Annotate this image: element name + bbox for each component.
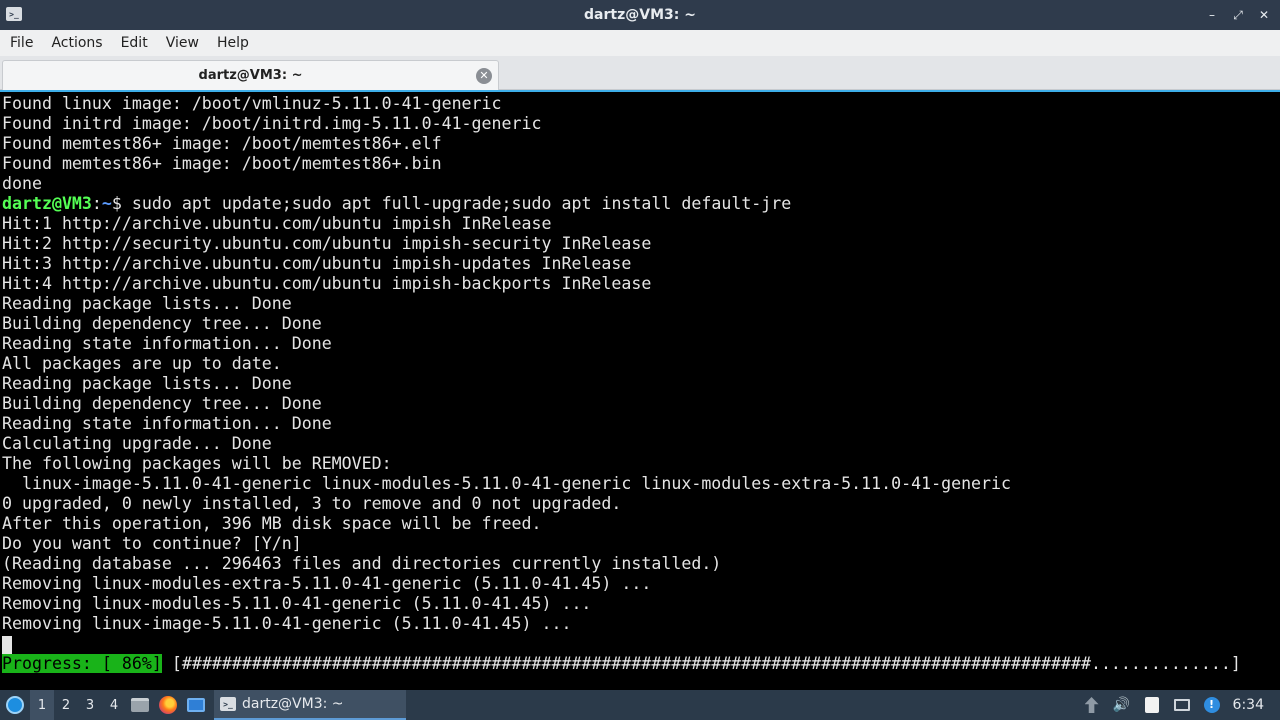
menu-file[interactable]: File — [4, 35, 39, 51]
terminal-line: Found linux image: /boot/vmlinuz-5.11.0-… — [2, 94, 502, 113]
desktop-3[interactable]: 3 — [78, 690, 102, 720]
prompt-user-host: dartz@VM3 — [2, 194, 92, 213]
tab-label: dartz@VM3: ~ — [198, 68, 303, 83]
desktop-4[interactable]: 4 — [102, 690, 126, 720]
text-cursor — [2, 635, 12, 654]
terminal-line: Found initrd image: /boot/initrd.img-5.1… — [2, 114, 542, 133]
terminal-line: Removing linux-modules-5.11.0-41-generic… — [2, 594, 592, 613]
prompt-symbol: $ — [111, 194, 122, 213]
prompt-separator: : — [91, 194, 102, 213]
firefox-launcher[interactable] — [154, 690, 182, 720]
clipboard-icon — [1144, 697, 1159, 713]
volume-icon: 🔊 — [1112, 697, 1131, 713]
terminal-line: linux-image-5.11.0-41-generic linux-modu… — [2, 474, 1012, 493]
clipboard-button[interactable] — [1137, 690, 1167, 720]
terminal-line: Removing linux-image-5.11.0-41-generic (… — [2, 614, 572, 633]
terminal-line: Hit:2 http://security.ubuntu.com/ubuntu … — [2, 234, 652, 253]
desktop-2[interactable]: 2 — [54, 690, 78, 720]
apt-progress: Progress: [ 86%] [######################… — [0, 654, 1280, 674]
window-title: dartz@VM3: ~ — [584, 7, 696, 23]
minimize-icon[interactable]: – — [1206, 9, 1218, 21]
window-controls: – ⤢ ✕ — [1206, 0, 1270, 30]
terminal-line: done — [2, 174, 42, 193]
tab-bar: dartz@VM3: ~ ✕ — [0, 56, 1280, 90]
show-desktop-icon — [187, 698, 205, 712]
cursor-line — [0, 634, 1280, 654]
progress-bar: [#######################################… — [161, 654, 1241, 673]
terminal-line: Hit:3 http://archive.ubuntu.com/ubuntu i… — [2, 254, 632, 273]
terminal-icon: >_ — [220, 697, 236, 711]
terminal-line: Found memtest86+ image: /boot/memtest86+… — [2, 154, 442, 173]
terminal-line: Reading package lists... Done — [2, 294, 292, 313]
window-titlebar[interactable]: >_ dartz@VM3: ~ – ⤢ ✕ — [0, 0, 1280, 30]
volume-button[interactable]: 🔊 — [1107, 690, 1137, 720]
close-icon[interactable]: ✕ — [1258, 9, 1270, 21]
menu-help[interactable]: Help — [211, 35, 255, 51]
desktop-1[interactable]: 1 — [30, 690, 54, 720]
terminal-line: Reading package lists... Done — [2, 374, 292, 393]
terminal-line: Do you want to continue? [Y/n] — [2, 534, 302, 553]
display-button[interactable] — [1167, 690, 1197, 720]
prompt-command: sudo apt update;sudo apt full-upgrade;su… — [121, 194, 792, 213]
terminal-line: Building dependency tree... Done — [2, 314, 322, 333]
terminal-line: Calculating upgrade... Done — [2, 434, 272, 453]
progress-label: Progress: [ 86%] — [2, 654, 162, 673]
terminal-line: Hit:4 http://archive.ubuntu.com/ubuntu i… — [2, 274, 652, 293]
terminal-line: Found memtest86+ image: /boot/memtest86+… — [2, 134, 442, 153]
terminal-line: Reading state information... Done — [2, 334, 332, 353]
terminal-line: (Reading database ... 296463 files and d… — [2, 554, 722, 573]
menu-bar: File Actions Edit View Help — [0, 30, 1280, 56]
start-menu-icon — [6, 696, 24, 714]
prompt-line: dartz@VM3:~$ sudo apt update;sudo apt fu… — [0, 194, 1280, 214]
close-circle-icon[interactable]: ✕ — [476, 68, 492, 84]
file-manager-launcher[interactable] — [126, 690, 154, 720]
terminal-line: 0 upgraded, 0 newly installed, 3 to remo… — [2, 494, 622, 513]
firefox-icon — [159, 696, 177, 714]
terminal-line: The following packages will be REMOVED: — [2, 454, 392, 473]
terminal-line: Removing linux-modules-extra-5.11.0-41-g… — [2, 574, 652, 593]
terminal-line: After this operation, 396 MB disk space … — [2, 514, 542, 533]
restore-icon[interactable]: ⤢ — [1232, 9, 1244, 21]
display-icon — [1173, 699, 1190, 711]
task-terminal[interactable]: >_ dartz@VM3: ~ — [214, 690, 406, 720]
task-label: dartz@VM3: ~ — [242, 696, 344, 712]
terminal-line: Building dependency tree... Done — [2, 394, 322, 413]
removable-media-button[interactable] — [1077, 690, 1107, 720]
terminal-line: Hit:1 http://archive.ubuntu.com/ubuntu i… — [2, 214, 552, 233]
terminal-icon[interactable]: >_ — [6, 7, 22, 21]
start-menu-button[interactable] — [0, 690, 30, 720]
update-notifier-icon: ! — [1203, 697, 1220, 713]
menu-edit[interactable]: Edit — [115, 35, 154, 51]
terminal-output[interactable]: Found linux image: /boot/vmlinuz-5.11.0-… — [0, 90, 1280, 690]
removable-media-icon — [1084, 697, 1099, 713]
update-notifier-button[interactable]: ! — [1197, 690, 1227, 720]
terminal-line: Reading state information... Done — [2, 414, 332, 433]
tab-terminal[interactable]: dartz@VM3: ~ ✕ — [2, 60, 499, 90]
system-tray: 🔊 ! 6:34 — [1077, 690, 1280, 720]
file-manager-icon — [131, 698, 149, 712]
clock[interactable]: 6:34 — [1227, 697, 1280, 713]
prompt-path: ~ — [101, 194, 112, 213]
taskbar: 1 2 3 4 >_ dartz@VM3: ~ 🔊 ! 6:34 — [0, 690, 1280, 720]
menu-view[interactable]: View — [160, 35, 205, 51]
terminal-line: All packages are up to date. — [2, 354, 282, 373]
show-desktop-button[interactable] — [182, 690, 210, 720]
menu-actions[interactable]: Actions — [45, 35, 108, 51]
